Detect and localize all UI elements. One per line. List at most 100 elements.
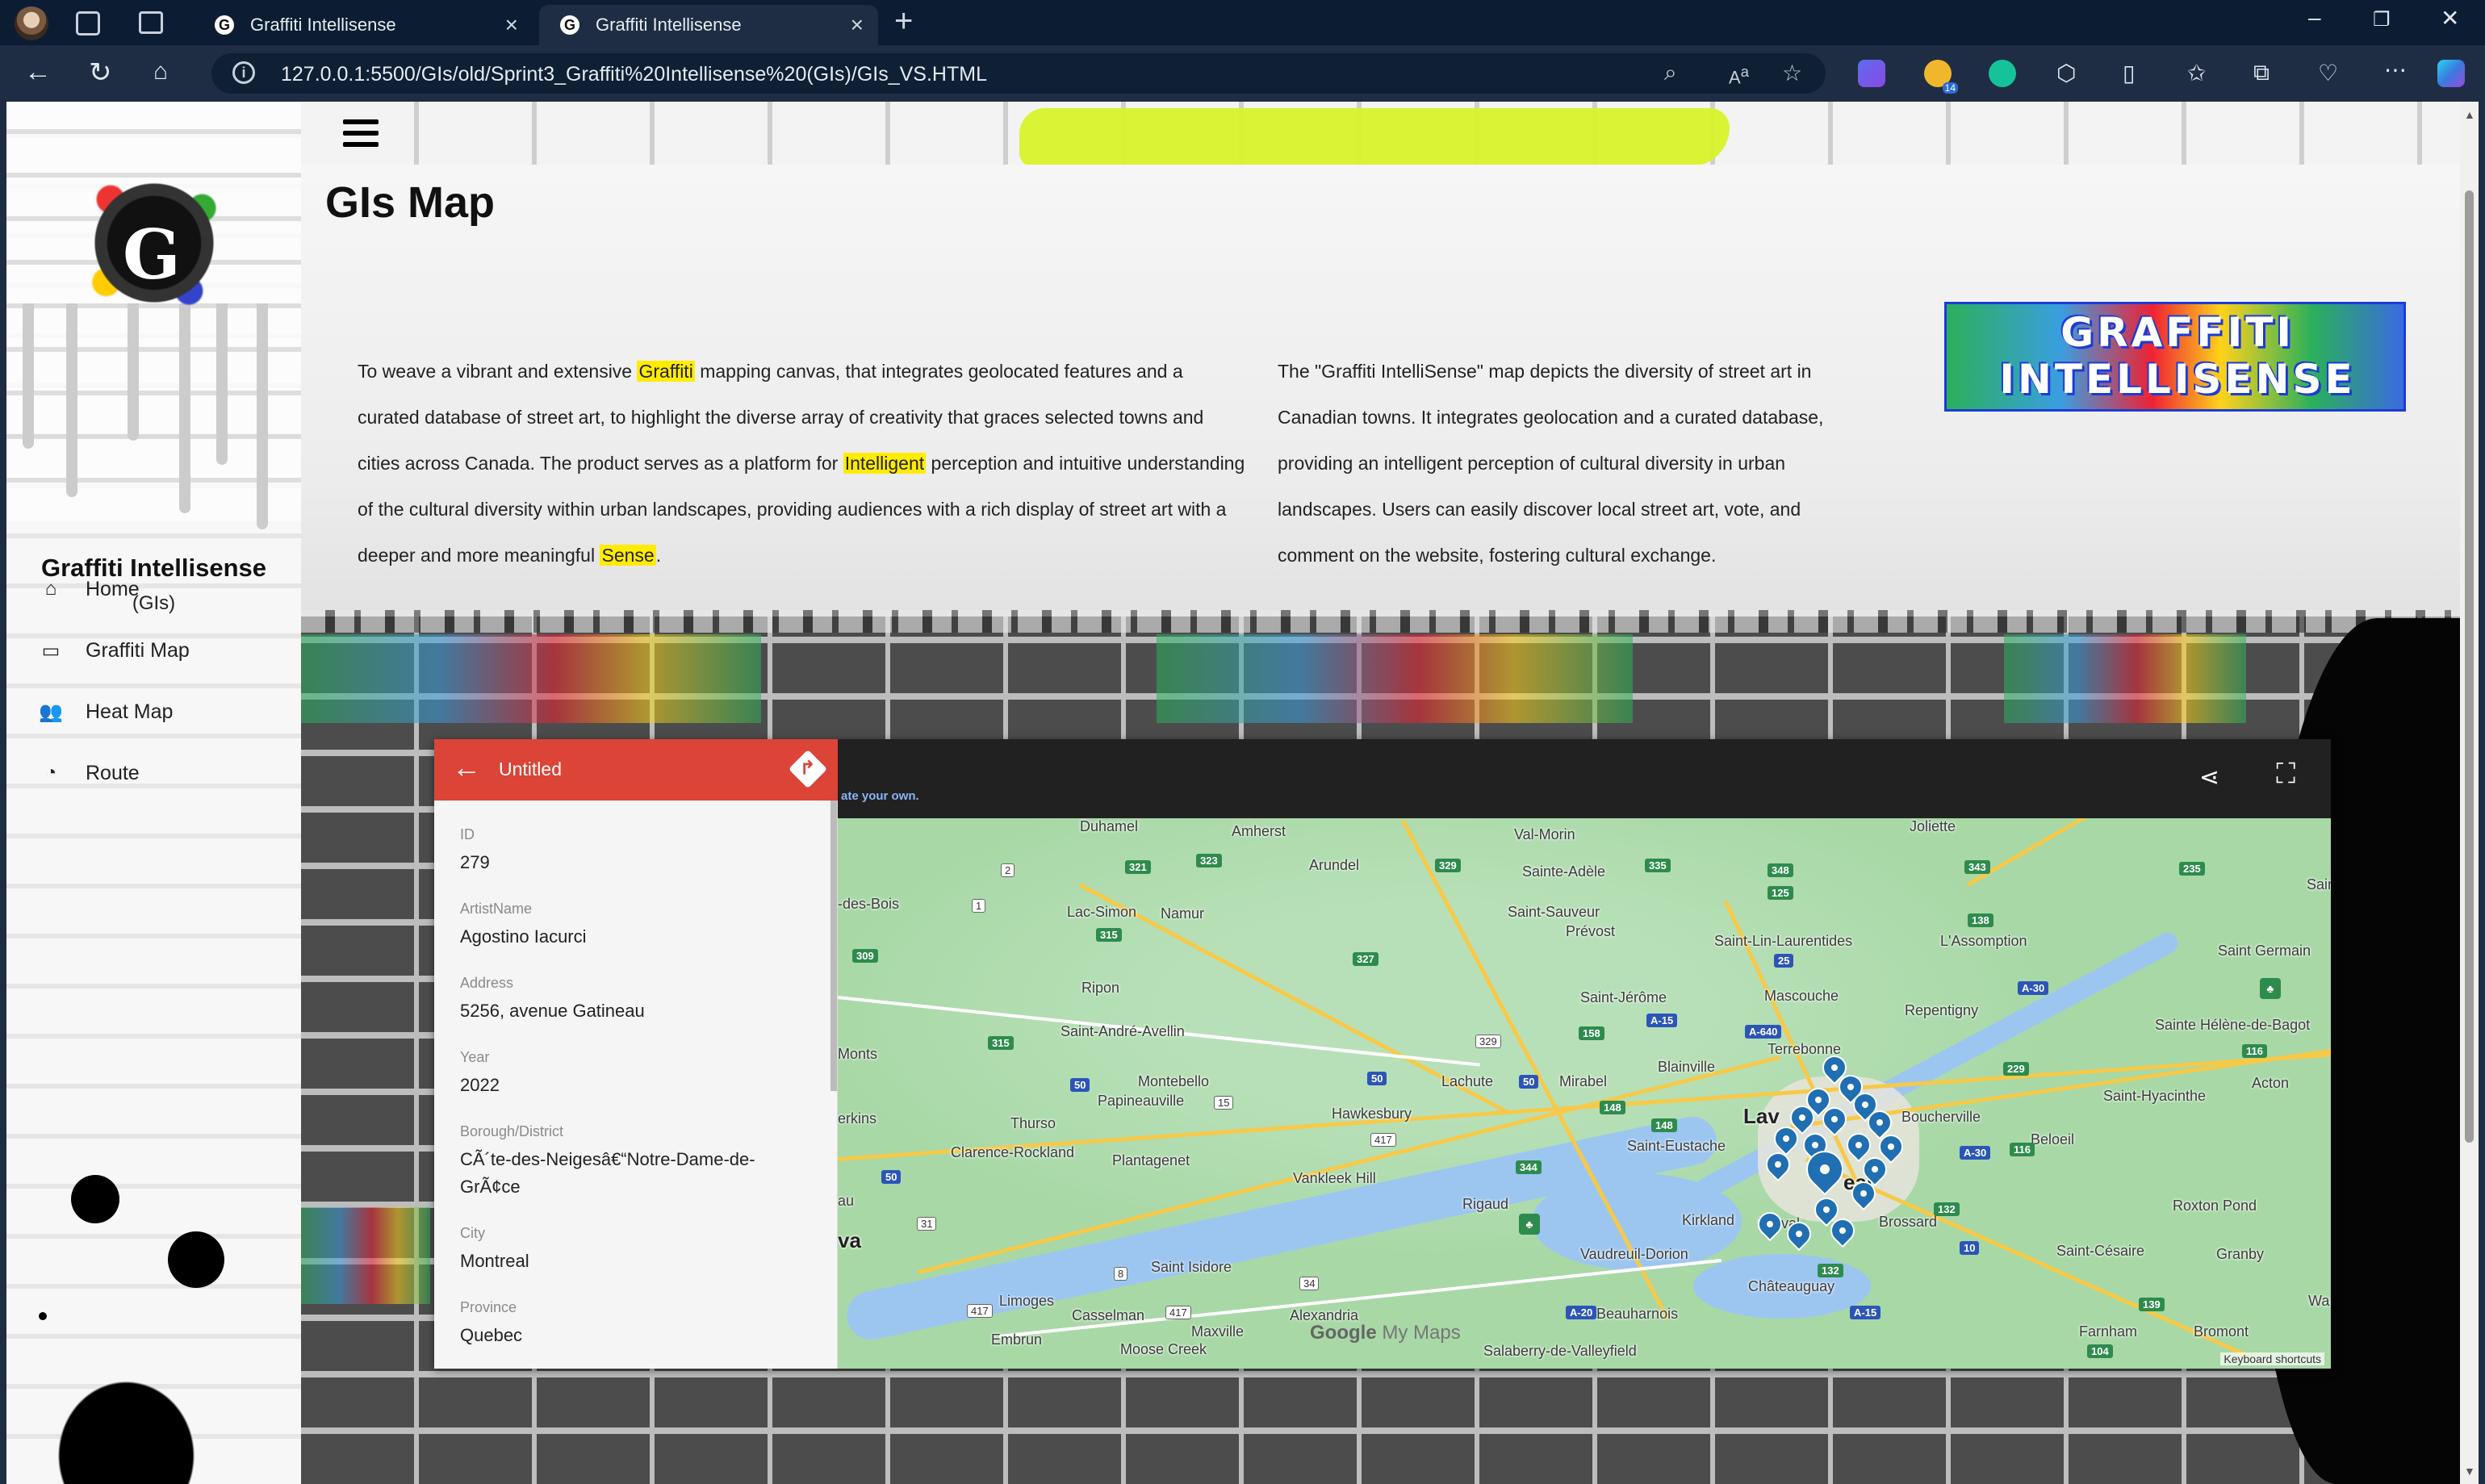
create-map-hint[interactable]: ate your own. [841,789,919,803]
copilot-icon[interactable] [2437,60,2465,87]
graffiti-map-pin[interactable] [1752,1206,1788,1242]
hamburger-menu-icon[interactable] [343,119,379,153]
close-window-icon[interactable]: ✕ [2441,5,2459,31]
map-place-label: Hawkesbury [1332,1106,1412,1122]
map-place-label: Bromont [2194,1323,2249,1340]
map-place-label: Casselman [1072,1307,1145,1323]
route-shield: 343 [1964,860,1990,874]
sidebar-item-home[interactable]: ⌂ Home [39,573,281,605]
sidebar-item-graffiti-map[interactable]: ▭ Graffiti Map [39,634,281,667]
route-shield: 309 [852,949,878,963]
map-place-label: Rigaud [1462,1196,1509,1212]
sidebar-item-heat-map[interactable]: 👥 Heat Map [39,696,281,728]
route-shield: 329 [1435,859,1461,872]
split-screen-icon[interactable]: ▯ [2123,60,2135,86]
map-place-label: va [838,1228,861,1252]
address-toolbar: ← ↻ ⌂ i 127.0.0.1:5500/GIs/old/Sprint3_G… [0,45,2485,102]
route-shield: 50 [1519,1075,1539,1089]
new-tab-icon[interactable]: + [894,3,913,40]
panel-scrollbar[interactable] [830,801,837,1091]
share-icon[interactable]: ⋖ [2199,763,2219,792]
profile-avatar[interactable] [15,6,48,40]
favorites-icon[interactable]: ✩ [2187,60,2206,86]
back-arrow-icon[interactable]: ← [452,750,481,784]
sidebar-item-label: Graffiti Map [86,638,190,662]
wall-graffiti [1157,634,1633,723]
field-label: ID [460,826,475,842]
map-header-bar: ate your own. ⋖ ⛶ [838,739,2331,818]
map-place-label: Salaberry-de-Valleyfield [1483,1343,1637,1359]
map-place-label: Embrun [991,1331,1043,1348]
directions-icon[interactable]: ↱ [788,749,828,789]
browser-tab-active[interactable]: G Graffiti Intellisense × [539,5,878,45]
site-info-icon[interactable]: i [232,61,255,84]
route-shield: A-30 [1960,1146,1991,1160]
collections-icon[interactable]: ⧉ [2253,60,2270,86]
highway [1400,819,1670,1320]
zoom-icon[interactable]: ⌕ [1664,60,1677,86]
map-place-label: Châteauguay [1748,1278,1835,1294]
workspaces-icon[interactable] [76,11,100,36]
browser-essentials-icon[interactable]: ♡ [2318,60,2338,86]
panel-header: ← Untitled ↱ [434,739,838,801]
field-label: Year [460,1049,490,1065]
map-place-label: Mirabel [1559,1073,1608,1089]
route-shield: 50 [1367,1072,1387,1085]
paint-drip [23,303,34,449]
route-shield: 417 [967,1304,993,1318]
paint-drip [257,303,268,529]
extension-icon[interactable]: 14 [1924,60,1958,94]
route-shield: A-30 [2018,981,2049,995]
browser-tab[interactable]: G Graffiti Intellisense × [194,5,533,45]
close-tab-icon[interactable]: × [851,5,864,45]
close-tab-icon[interactable]: × [505,5,518,45]
fullscreen-icon[interactable]: ⛶ [2276,759,2295,790]
restore-icon[interactable]: ❐ [2373,8,2391,31]
address-bar[interactable]: i 127.0.0.1:5500/GIs/old/Sprint3_Graffit… [211,53,1826,94]
map-place-label: Saint-Eustache [1627,1138,1726,1154]
route-shield: 31 [917,1217,937,1231]
route-shield: 327 [1353,952,1378,966]
back-icon[interactable]: ← [24,56,52,88]
grammarly-icon[interactable] [1989,60,2016,87]
sidebar-item-route[interactable]: ◔ Route [39,757,281,789]
home-icon[interactable]: ⌂ [153,58,168,86]
keyboard-shortcuts-link[interactable]: Keyboard shortcuts [2220,1352,2324,1365]
map-place-label: Granby [2216,1246,2265,1262]
site-favicon: G [560,15,579,35]
route-shield: 1 [972,899,986,913]
feature-details-panel: ← Untitled ↱ ID 279 ArtistName Agostino … [434,739,838,1369]
route-shield: 315 [988,1036,1014,1050]
map-place-label: Farnham [2079,1323,2138,1340]
url-text[interactable]: 127.0.0.1:5500/GIs/old/Sprint3_Graffiti%… [281,63,987,86]
vertical-tabs-icon[interactable] [139,11,163,34]
embedded-map[interactable]: ← Untitled ↱ ID 279 ArtistName Agostino … [434,739,2331,1369]
field-label: Province [460,1299,517,1315]
reload-icon[interactable]: ↻ [89,56,112,89]
scroll-down-icon[interactable]: ▼ [2464,1465,2475,1478]
field-label: ArtistName [460,901,533,917]
extensions-puzzle-icon[interactable]: ⬡ [2056,60,2076,86]
route-shield: 50 [1070,1078,1090,1092]
map-canvas[interactable]: Duhamel Amherst Val-Morin Joliette Arund… [838,818,2331,1369]
map-place-label: Wa [2308,1293,2330,1309]
more-menu-icon[interactable]: ⋯ [2384,56,2407,83]
torn-paper-edge [301,610,2460,633]
sidebar-item-label: Home [86,577,140,600]
map-place-label: Saint Germain [2218,943,2311,959]
read-aloud-icon[interactable]: Aa [1729,63,1749,88]
minimize-icon[interactable]: – [2308,5,2321,31]
route-shield: 329 [1475,1035,1501,1048]
favorite-star-icon[interactable]: ☆ [1782,60,1802,86]
scroll-up-icon[interactable]: ▲ [2464,108,2475,121]
google-my-maps-logo: Google My Maps [1310,1322,1461,1344]
scrollbar-thumb[interactable] [2465,190,2474,1143]
route-shield: 321 [1125,860,1151,874]
map-place-label: Monts [838,1046,878,1062]
intro-paragraph: To weave a vibrant and extensive Graffit… [358,361,1245,566]
highlight-intelligent: Intelligent [843,453,927,474]
page-scrollbar[interactable]: ▲ ▼ [2460,102,2479,1484]
map-place-label: Mascouche [1764,988,1839,1004]
teams-extension-icon[interactable] [1858,60,1885,87]
field-value: 2022 [460,1075,500,1095]
